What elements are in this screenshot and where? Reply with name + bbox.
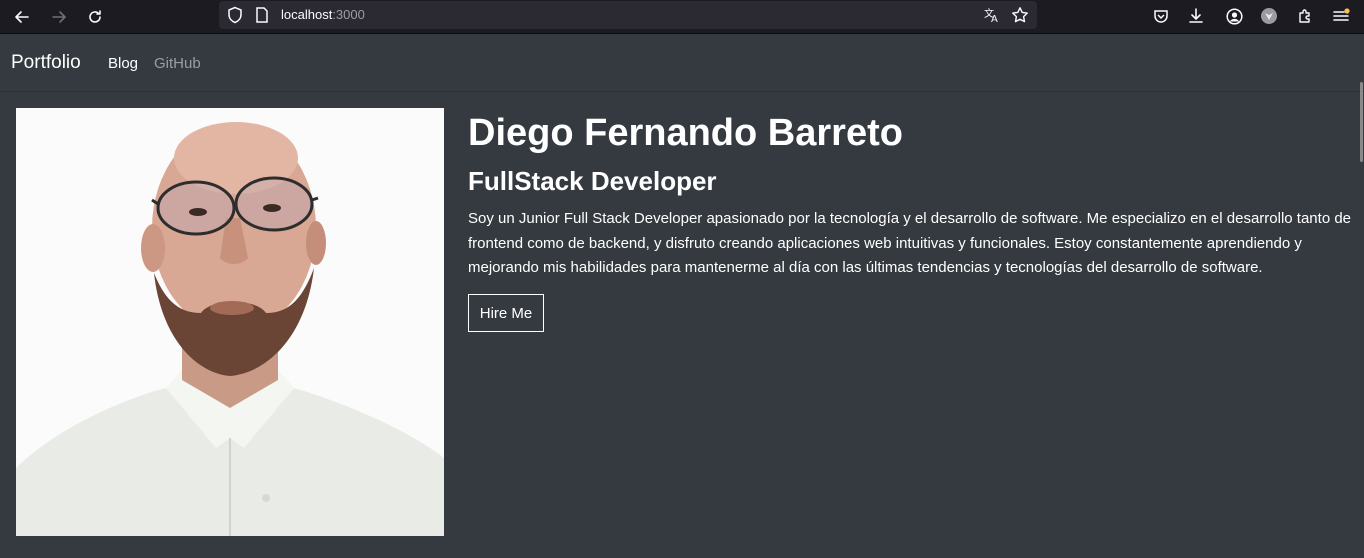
extensions-puzzle-icon[interactable] bbox=[1294, 5, 1316, 27]
forward-arrow-icon[interactable] bbox=[46, 4, 72, 30]
account-icon[interactable] bbox=[1223, 5, 1245, 27]
nav-link-blog[interactable]: Blog bbox=[108, 55, 138, 72]
translate-icon[interactable]: 文A bbox=[982, 5, 1002, 25]
brand-link[interactable]: Portfolio bbox=[11, 52, 81, 74]
menu-hamburger-icon[interactable] bbox=[1330, 5, 1352, 27]
site-navbar: Portfolio Blog GitHub bbox=[0, 35, 1364, 92]
page-icon bbox=[255, 7, 269, 23]
url-host: localhost bbox=[281, 7, 333, 22]
url-text[interactable]: localhost:3000 bbox=[281, 7, 365, 22]
page-scrollbar[interactable] bbox=[1358, 35, 1364, 558]
hire-me-button[interactable]: Hire Me bbox=[468, 294, 544, 332]
svg-text:A: A bbox=[991, 14, 998, 24]
url-port: :3000 bbox=[332, 7, 365, 22]
extension-logo-icon[interactable] bbox=[1258, 5, 1280, 27]
pocket-icon[interactable] bbox=[1150, 5, 1172, 27]
hero-bio: Soy un Junior Full Stack Developer apasi… bbox=[468, 210, 1352, 276]
nav-link-github[interactable]: GitHub bbox=[154, 55, 201, 72]
hero-role: FullStack Developer bbox=[468, 166, 717, 196]
bookmark-star-icon[interactable] bbox=[1010, 5, 1030, 25]
browser-toolbar: localhost:3000 文A bbox=[0, 0, 1364, 34]
download-icon[interactable] bbox=[1185, 5, 1207, 27]
hero-name: Diego Fernando Barreto bbox=[468, 112, 903, 154]
scrollbar-thumb[interactable] bbox=[1360, 82, 1363, 162]
profile-photo bbox=[16, 108, 444, 536]
url-bar[interactable]: localhost:3000 文A bbox=[219, 1, 1037, 29]
back-arrow-icon[interactable] bbox=[9, 4, 35, 30]
reload-icon[interactable] bbox=[82, 4, 108, 30]
shield-icon[interactable] bbox=[227, 6, 243, 24]
